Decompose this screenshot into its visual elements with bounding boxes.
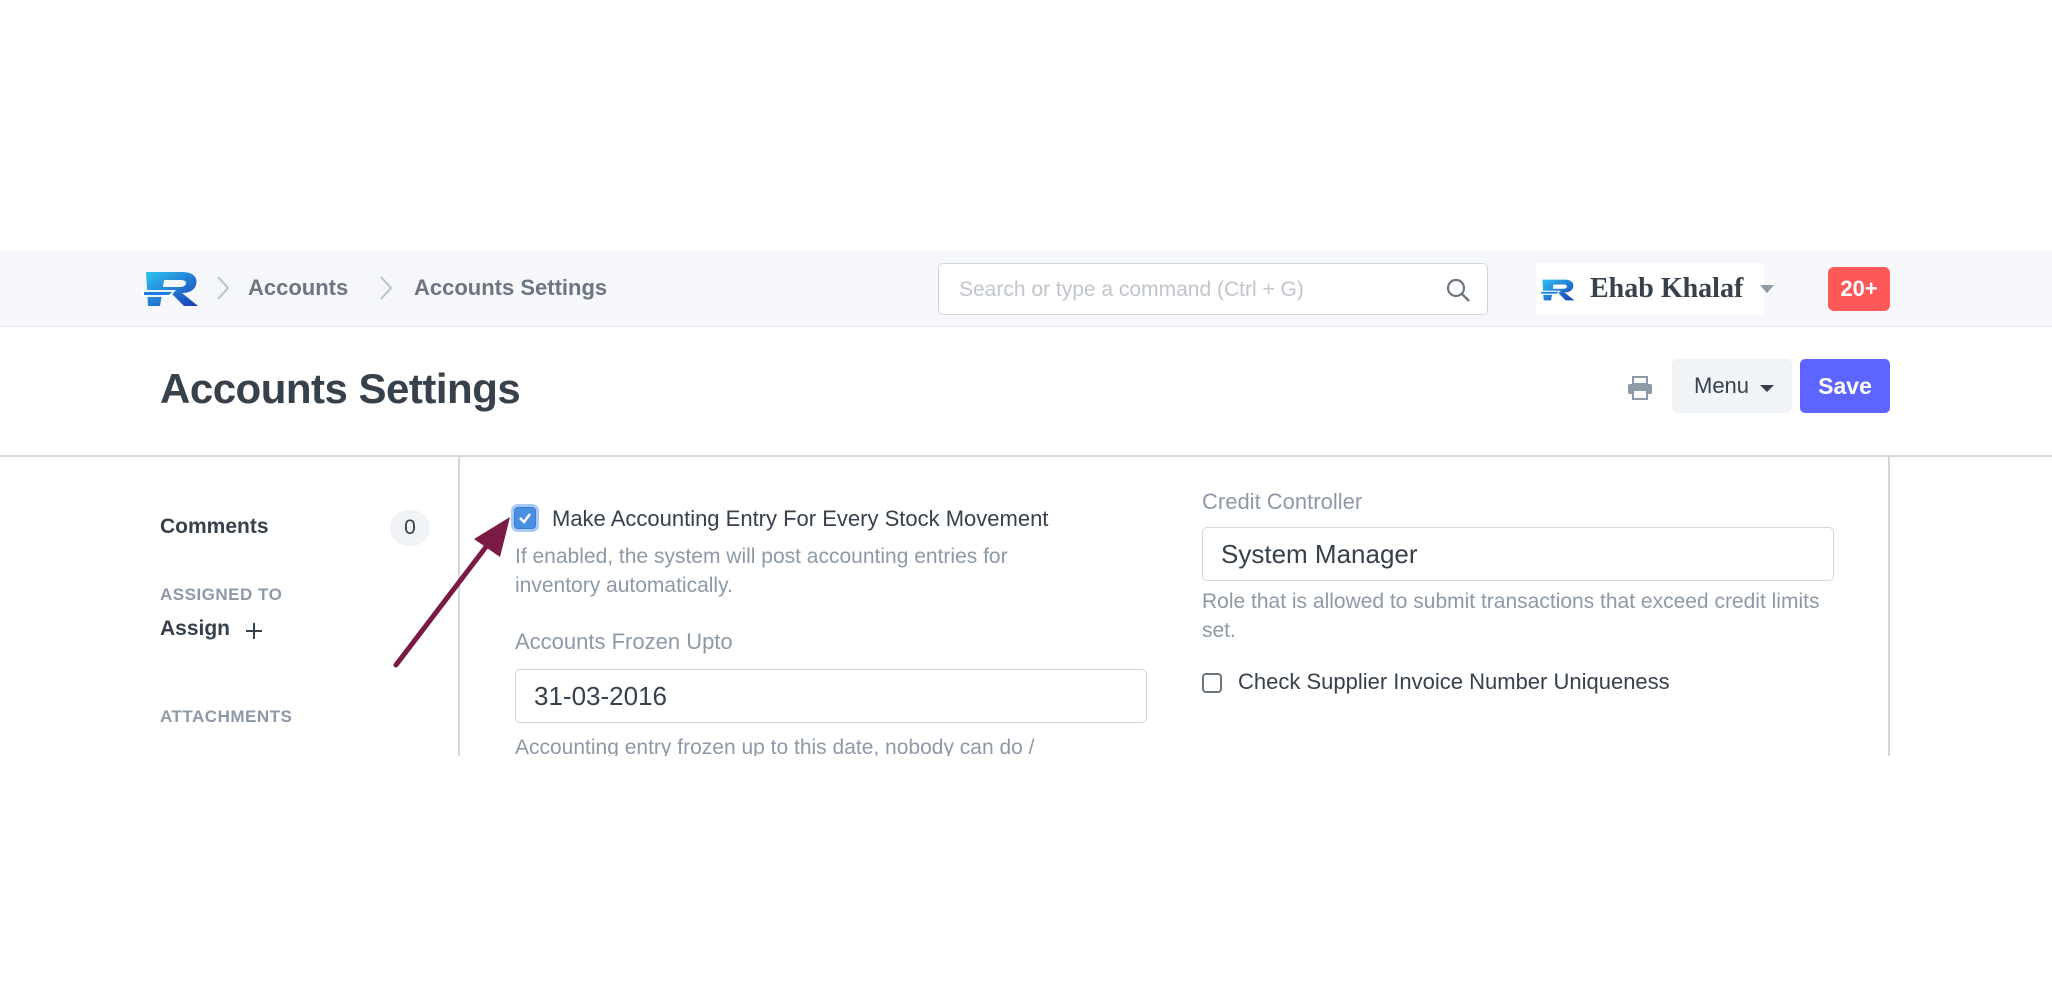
chevron-right-icon: [380, 276, 393, 300]
assigned-to-heading: ASSIGNED TO: [160, 585, 283, 604]
chevron-right-icon: [217, 276, 230, 300]
attachments-heading: ATTACHMENTS: [160, 707, 293, 726]
assign-link[interactable]: Assign: [160, 617, 230, 641]
make-accounting-entry-label[interactable]: Make Accounting Entry For Every Stock Mo…: [552, 506, 1048, 532]
app-window: Accounts Accounts Settings Ehab Khalaf 2…: [0, 251, 2052, 756]
user-avatar-logo-icon: [1540, 279, 1575, 301]
form-body: Make Accounting Entry For Every Stock Mo…: [460, 457, 1890, 756]
print-icon[interactable]: [1626, 375, 1654, 401]
accounts-frozen-upto-help: Accounting entry frozen up to this date,…: [515, 736, 1035, 756]
page-head: Accounts Settings Menu Save: [0, 327, 2052, 457]
breadcrumb-accounts-settings[interactable]: Accounts Settings: [414, 275, 607, 301]
credit-controller-label: Credit Controller: [1202, 489, 1363, 514]
plus-icon[interactable]: [244, 621, 264, 641]
search-bar[interactable]: [938, 263, 1488, 316]
check-supplier-invoice-checkbox[interactable]: [1202, 673, 1222, 693]
credit-controller-input[interactable]: System Manager: [1202, 527, 1834, 581]
notifications-badge[interactable]: 20+: [1828, 267, 1890, 311]
checkmark-icon: [519, 513, 531, 524]
make-accounting-entry-help: If enabled, the system will post account…: [515, 545, 1008, 597]
save-button[interactable]: Save: [1800, 359, 1890, 413]
search-input[interactable]: [957, 264, 1441, 316]
page-title: Accounts Settings: [160, 365, 521, 412]
caret-down-icon[interactable]: [1760, 285, 1774, 293]
user-name[interactable]: Ehab Khalaf: [1590, 273, 1743, 305]
user-menu[interactable]: Ehab Khalaf: [1536, 263, 1774, 315]
accounts-frozen-upto-label: Accounts Frozen Upto: [515, 629, 733, 654]
accounts-frozen-upto-input[interactable]: 31-03-2016: [515, 669, 1147, 723]
check-supplier-invoice-label[interactable]: Check Supplier Invoice Number Uniqueness: [1238, 669, 1670, 695]
annotation-arrow-icon: [393, 517, 510, 668]
caret-down-icon: [1760, 385, 1774, 392]
app-logo-icon[interactable]: [142, 270, 204, 308]
comments-link[interactable]: Comments: [160, 515, 269, 539]
menu-button-label: Menu: [1694, 373, 1750, 398]
breadcrumb-accounts[interactable]: Accounts: [248, 275, 348, 301]
navbar: Accounts Accounts Settings Ehab Khalaf 2…: [0, 251, 2052, 327]
search-icon[interactable]: [1445, 277, 1471, 303]
menu-button[interactable]: Menu: [1672, 359, 1792, 413]
credit-controller-help: Role that is allowed to submit transacti…: [1202, 590, 1820, 642]
